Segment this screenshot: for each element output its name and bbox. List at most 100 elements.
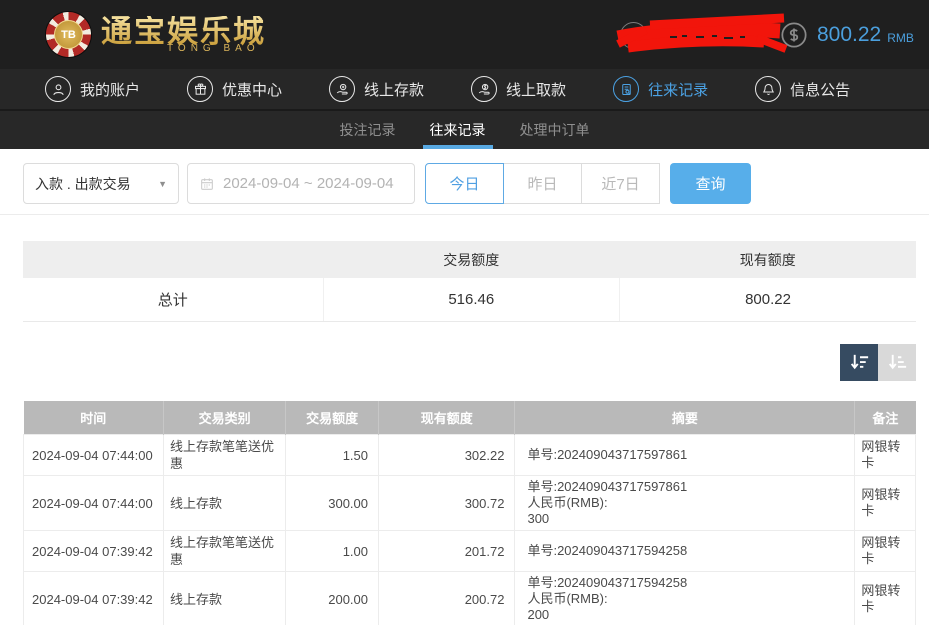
quick-date-buttons: 今日 昨日 近7日	[425, 163, 660, 204]
table-row: 2024-09-04 07:39:42 线上存款 200.00 200.72 单…	[24, 572, 916, 625]
quick-date-button[interactable]: 近7日	[581, 163, 660, 204]
user-account-area[interactable]	[612, 8, 792, 62]
col-summary: 摘要	[515, 401, 855, 435]
cell-amount: 300.00	[286, 476, 379, 531]
transactions-table: 时间 交易类别 交易额度 现有额度 摘要 备注 2024-09-04 07:44…	[23, 401, 916, 625]
table-row: 2024-09-04 07:39:42 线上存款笔笔送优惠 1.00 201.7…	[24, 531, 916, 572]
redaction-scribble	[612, 8, 792, 62]
cell-amount: 200.00	[286, 572, 379, 625]
balance-currency: RMB	[887, 25, 914, 45]
summary-total-row: 总计 516.46 800.22	[23, 278, 916, 321]
cell-type: 线上存款	[164, 476, 286, 531]
chevron-down-icon: ▼	[158, 179, 167, 189]
bell-icon	[761, 82, 776, 97]
cell-summary: 单号:202409043717594258	[515, 531, 855, 572]
cell-time: 2024-09-04 07:39:42	[24, 572, 164, 625]
nav-item-label: 往来记录	[648, 79, 708, 100]
subtab-label: 往来记录	[430, 120, 486, 140]
transaction-type-select[interactable]: 入款 . 出款交易 ▼	[23, 163, 179, 204]
cell-note: 网银转卡	[855, 435, 916, 476]
sort-descending-button[interactable]	[840, 344, 878, 381]
top-header: TB 通宝娱乐城 TONG BAO 800.22 RMB	[0, 0, 929, 69]
cell-type: 线上存款	[164, 572, 286, 625]
sort-descending-icon	[848, 351, 871, 374]
summary-row-label: 总计	[23, 278, 323, 321]
subtab[interactable]: 投注记录	[340, 111, 396, 149]
summary-header-empty	[23, 241, 323, 278]
select-value: 入款 . 出款交易	[35, 174, 131, 194]
cell-summary: 单号:202409043717594258 人民币(RMB): 200	[515, 572, 855, 625]
nav-item-label: 优惠中心	[222, 79, 282, 100]
summary-table: 交易额度 现有额度 总计 516.46 800.22	[23, 241, 916, 322]
cell-note: 网银转卡	[855, 476, 916, 531]
cell-time: 2024-09-04 07:39:42	[24, 531, 164, 572]
transactions-header-row: 时间 交易类别 交易额度 现有额度 摘要 备注	[24, 401, 916, 435]
cell-balance: 200.72	[379, 572, 515, 625]
col-type: 交易类别	[164, 401, 286, 435]
cell-amount: 1.00	[286, 531, 379, 572]
sort-ascending-icon	[886, 351, 909, 374]
balance-display[interactable]: 800.22 RMB	[780, 0, 914, 69]
date-range-value: 2024-09-04 ~ 2024-09-04	[223, 175, 394, 192]
subtab[interactable]: 处理中订单	[520, 111, 590, 149]
withdraw-icon	[477, 82, 492, 97]
nav-item-label: 信息公告	[790, 79, 850, 100]
gift-icon	[193, 82, 208, 97]
cell-amount: 1.50	[286, 435, 379, 476]
nav-item[interactable]: 往来记录	[613, 76, 708, 102]
cell-balance: 201.72	[379, 531, 515, 572]
nav-item[interactable]: 优惠中心	[187, 76, 282, 102]
content-area: 交易额度 现有额度 总计 516.46 800.22 时间	[0, 241, 929, 625]
nav-item-label: 线上取款	[506, 79, 566, 100]
summary-current-total: 800.22	[620, 278, 916, 321]
subtab-label: 处理中订单	[520, 120, 590, 140]
user-icon	[51, 82, 66, 97]
nav-item[interactable]: 信息公告	[755, 76, 850, 102]
subtab-label: 投注记录	[340, 120, 396, 140]
cell-note: 网银转卡	[855, 572, 916, 625]
quick-date-button[interactable]: 今日	[425, 163, 504, 204]
balance-amount: 800.22	[817, 23, 881, 47]
sort-controls	[23, 344, 916, 381]
cell-note: 网银转卡	[855, 531, 916, 572]
date-range-input[interactable]: 2024-09-04 ~ 2024-09-04	[187, 163, 415, 204]
summary-transaction-total: 516.46	[323, 278, 619, 321]
nav-item[interactable]: 我的账户	[45, 76, 140, 102]
brand-logo[interactable]: TB 通宝娱乐城 TONG BAO	[46, 12, 266, 57]
cell-time: 2024-09-04 07:44:00	[24, 435, 164, 476]
nav-item[interactable]: 线上存款	[329, 76, 424, 102]
nav-item-label: 线上存款	[364, 79, 424, 100]
brand-name: 通宝娱乐城	[101, 16, 266, 47]
summary-header-current: 现有额度	[620, 241, 916, 278]
cell-balance: 302.22	[379, 435, 515, 476]
col-amount: 交易额度	[286, 401, 379, 435]
records-icon	[619, 82, 634, 97]
cell-time: 2024-09-04 07:44:00	[24, 476, 164, 531]
chip-label: TB	[54, 20, 83, 49]
nav-item[interactable]: 线上取款	[471, 76, 566, 102]
deposit-icon	[335, 82, 350, 97]
calendar-icon	[199, 176, 215, 192]
cell-summary: 单号:202409043717597861	[515, 435, 855, 476]
cell-type: 线上存款笔笔送优惠	[164, 531, 286, 572]
cell-summary: 单号:202409043717597861 人民币(RMB): 300	[515, 476, 855, 531]
cell-balance: 300.72	[379, 476, 515, 531]
subtab[interactable]: 往来记录	[430, 111, 486, 149]
summary-header-transaction: 交易额度	[323, 241, 619, 278]
quick-date-button[interactable]: 昨日	[503, 163, 582, 204]
table-row: 2024-09-04 07:44:00 线上存款 300.00 300.72 单…	[24, 476, 916, 531]
filter-bar: 入款 . 出款交易 ▼ 2024-09-04 ~ 2024-09-04 今日 昨…	[0, 149, 929, 215]
brand-subtitle: TONG BAO	[167, 44, 266, 54]
table-row: 2024-09-04 07:44:00 线上存款笔笔送优惠 1.50 302.2…	[24, 435, 916, 476]
col-time: 时间	[24, 401, 164, 435]
col-balance: 现有额度	[379, 401, 515, 435]
record-subtabs: 投注记录 往来记录 处理中订单	[0, 111, 929, 149]
col-note: 备注	[855, 401, 916, 435]
search-button[interactable]: 查询	[670, 163, 751, 204]
sort-ascending-button[interactable]	[878, 344, 916, 381]
main-nav: 我的账户 优惠中心 线上存款 线上取款 往来记录	[0, 69, 929, 111]
nav-item-label: 我的账户	[80, 79, 140, 100]
cell-type: 线上存款笔笔送优惠	[164, 435, 286, 476]
dollar-coin-icon	[780, 21, 808, 49]
poker-chip-icon: TB	[46, 12, 91, 57]
